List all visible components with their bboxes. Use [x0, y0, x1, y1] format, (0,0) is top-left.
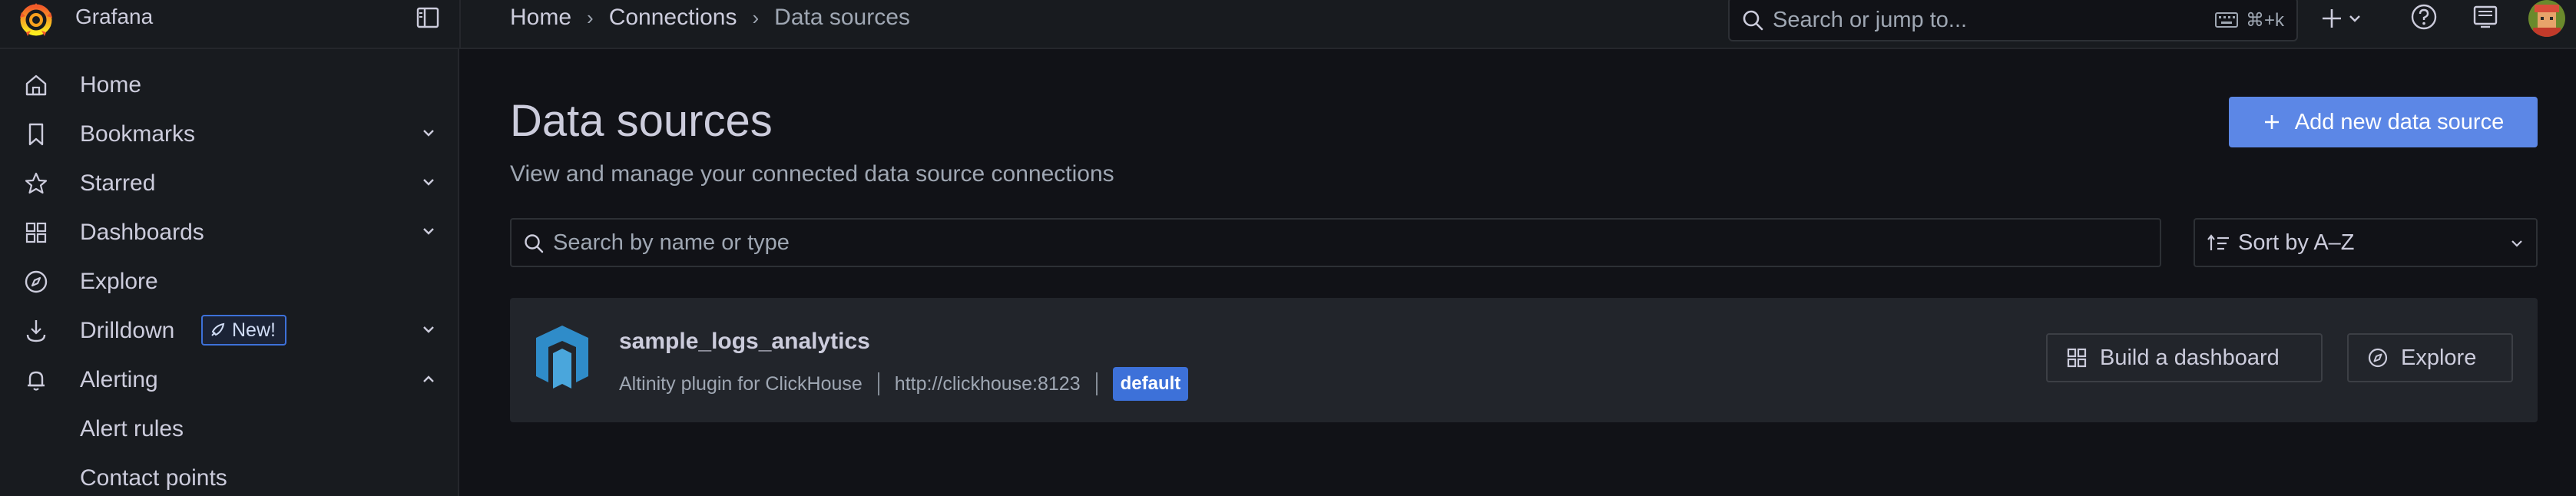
- data-source-url: http://clickhouse:8123: [894, 372, 1081, 395]
- build-dashboard-label: Build a dashboard: [2100, 345, 2280, 370]
- data-source-name[interactable]: sample_logs_analytics: [619, 329, 870, 355]
- home-icon: [25, 74, 47, 96]
- sidebar-item-dashboards[interactable]: Dashboards: [0, 209, 459, 255]
- search-icon: [1743, 10, 1763, 31]
- clickhouse-altinity-logo-icon: [536, 326, 588, 389]
- meta-divider: [1095, 372, 1098, 395]
- page-title: Data sources: [510, 96, 773, 146]
- apps-icon: [25, 222, 47, 243]
- bookmark-icon: [28, 123, 44, 146]
- data-source-plugin: Altinity plugin for ClickHouse: [619, 372, 863, 395]
- page-subtitle: View and manage your connected data sour…: [510, 161, 1114, 187]
- sidebar-item-drilldown[interactable]: Drilldown New!: [0, 307, 459, 353]
- explore-button[interactable]: Explore: [2347, 333, 2513, 382]
- global-search-placeholder: Search or jump to...: [1773, 8, 1968, 32]
- breadcrumb: Home › Connections › Data sources: [510, 5, 910, 31]
- sort-icon: [2207, 234, 2229, 250]
- sidebar-item-contact-points[interactable]: Contact points: [0, 455, 459, 496]
- sort-select-value: Sort by A–Z: [2238, 230, 2355, 255]
- chevron-up-icon[interactable]: [419, 373, 438, 385]
- explore-label: Explore: [2401, 345, 2477, 370]
- compass-icon: [2368, 348, 2388, 368]
- search-icon: [525, 234, 544, 253]
- add-new-data-source-label: Add new data source: [2294, 109, 2505, 134]
- default-badge: default: [1112, 367, 1189, 401]
- divider: [459, 0, 461, 49]
- breadcrumb-separator-icon: ›: [587, 5, 594, 29]
- chevron-down-icon[interactable]: [419, 324, 438, 336]
- sidebar-item-alert-rules[interactable]: Alert rules: [0, 405, 459, 451]
- rocket-icon: [211, 322, 225, 336]
- user-avatar[interactable]: [2528, 0, 2565, 37]
- chevron-down-icon[interactable]: [419, 177, 438, 189]
- sidebar-item-label: Starred: [80, 170, 156, 196]
- plus-icon: [2264, 115, 2279, 129]
- keyboard-icon: [2215, 12, 2238, 28]
- sidebar-item-home[interactable]: Home: [0, 61, 459, 107]
- help-icon[interactable]: [2409, 2, 2439, 32]
- new-badge: New!: [201, 315, 286, 346]
- data-source-search-input[interactable]: [553, 226, 2151, 260]
- top-bar: Grafana Home › Connections › Data source…: [0, 0, 2576, 49]
- apps-icon: [2067, 348, 2087, 368]
- dock-menu-icon[interactable]: [415, 5, 441, 31]
- sidebar-item-explore[interactable]: Explore: [0, 258, 459, 304]
- new-badge-label: New!: [232, 319, 276, 341]
- news-icon[interactable]: [2470, 2, 2501, 32]
- search-shortcut: ⌘+k: [2246, 10, 2285, 31]
- sidebar-item-bookmarks[interactable]: Bookmarks: [0, 111, 459, 157]
- sidebar-item-label: Drilldown: [80, 318, 175, 343]
- data-source-search-field[interactable]: [510, 218, 2161, 267]
- sidebar: Home Bookmarks Starred Dashboards Explor…: [0, 49, 459, 496]
- breadcrumb-separator-icon: ›: [752, 5, 760, 29]
- meta-divider: [877, 372, 879, 395]
- sidebar-item-label: Bookmarks: [80, 121, 196, 147]
- sidebar-item-label: Explore: [80, 269, 158, 294]
- app-name: Grafana: [75, 5, 154, 28]
- chevron-down-icon[interactable]: [419, 226, 438, 238]
- sidebar-item-label: Home: [80, 72, 142, 98]
- new-menu-plus-icon[interactable]: [2319, 3, 2369, 34]
- main-content: Data sources View and manage your connec…: [461, 49, 2576, 496]
- compass-icon: [25, 270, 48, 293]
- grafana-logo-icon[interactable]: [17, 2, 55, 38]
- drilldown-icon: [26, 320, 46, 342]
- data-source-meta: Altinity plugin for ClickHouse http://cl…: [619, 367, 1189, 401]
- sidebar-item-label: Alerting: [80, 367, 158, 392]
- breadcrumb-connections[interactable]: Connections: [609, 5, 737, 31]
- star-icon: [25, 172, 48, 194]
- build-dashboard-button[interactable]: Build a dashboard: [2046, 333, 2323, 382]
- sidebar-item-label: Dashboards: [80, 220, 204, 245]
- sidebar-item-starred[interactable]: Starred: [0, 160, 459, 206]
- global-search-input[interactable]: Search or jump to... ⌘+k: [1728, 0, 2298, 41]
- sidebar-item-label: Contact points: [80, 465, 227, 491]
- sort-select[interactable]: Sort by A–Z: [2194, 218, 2538, 267]
- breadcrumb-data-sources: Data sources: [774, 5, 910, 30]
- add-new-data-source-button[interactable]: Add new data source: [2229, 97, 2538, 147]
- chevron-down-icon: [2511, 240, 2522, 247]
- breadcrumb-home[interactable]: Home: [510, 5, 571, 31]
- bell-icon: [28, 371, 45, 391]
- data-source-card[interactable]: sample_logs_analytics Altinity plugin fo…: [510, 298, 2538, 422]
- sidebar-item-alerting[interactable]: Alerting: [0, 356, 459, 402]
- chevron-down-icon[interactable]: [419, 127, 438, 140]
- sidebar-item-label: Alert rules: [80, 416, 184, 441]
